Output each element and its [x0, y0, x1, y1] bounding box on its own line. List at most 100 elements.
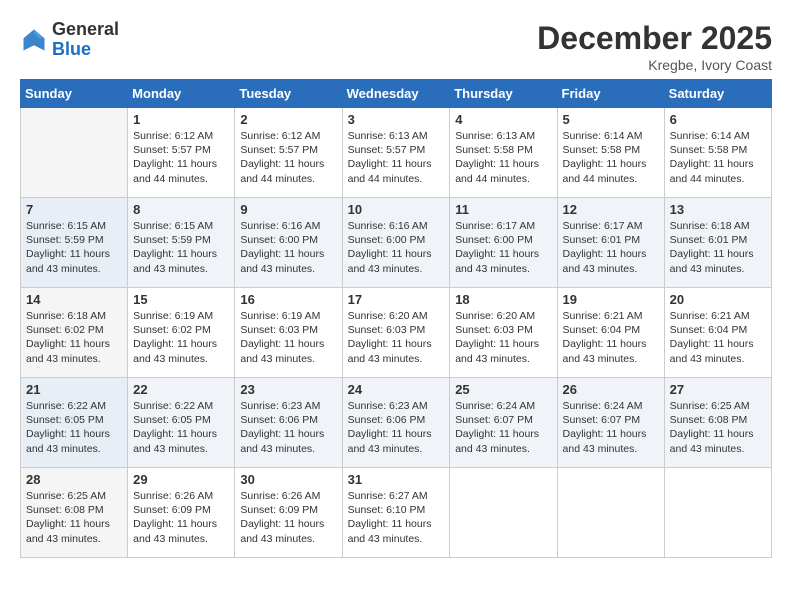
calendar-cell: 9 Sunrise: 6:16 AMSunset: 6:00 PMDaylight… — [235, 198, 342, 288]
day-number: 27 — [670, 382, 766, 397]
day-number: 2 — [240, 112, 336, 127]
day-info: Sunrise: 6:24 AMSunset: 6:07 PMDaylight:… — [563, 399, 659, 456]
calendar-body: 1 Sunrise: 6:12 AMSunset: 5:57 PMDaylight… — [21, 108, 772, 558]
calendar-cell: 8 Sunrise: 6:15 AMSunset: 5:59 PMDaylight… — [128, 198, 235, 288]
day-info: Sunrise: 6:12 AMSunset: 5:57 PMDaylight:… — [240, 129, 336, 186]
day-info: Sunrise: 6:27 AMSunset: 6:10 PMDaylight:… — [348, 489, 445, 546]
day-info: Sunrise: 6:22 AMSunset: 6:05 PMDaylight:… — [26, 399, 122, 456]
day-info: Sunrise: 6:18 AMSunset: 6:02 PMDaylight:… — [26, 309, 122, 366]
calendar-cell: 22Sunrise: 6:22 AMSunset: 6:05 PMDayligh… — [128, 378, 235, 468]
calendar-cell: 11 Sunrise: 6:17 AMSunset: 6:00 PMDayligh… — [450, 198, 557, 288]
day-info: Sunrise: 6:17 AMSunset: 6:01 PMDaylight:… — [563, 219, 659, 276]
day-info: Sunrise: 6:15 AMSunset: 5:59 PMDaylight:… — [133, 219, 229, 276]
day-number: 1 — [133, 112, 229, 127]
day-number: 9 — [240, 202, 336, 217]
calendar-cell: 30 Sunrise: 6:26 AMSunset: 6:09 PMDayligh… — [235, 468, 342, 558]
calendar-week-row: 7 Sunrise: 6:15 AMSunset: 5:59 PMDaylight… — [21, 198, 772, 288]
day-info: Sunrise: 6:18 AMSunset: 6:01 PMDaylight:… — [670, 219, 766, 276]
calendar-cell: 18 Sunrise: 6:20 AMSunset: 6:03 PMDayligh… — [450, 288, 557, 378]
day-info: Sunrise: 6:14 AMSunset: 5:58 PMDaylight:… — [670, 129, 766, 186]
logo-text: General Blue — [52, 20, 119, 60]
calendar-cell: 28 Sunrise: 6:25 AMSunset: 6:08 PMDayligh… — [21, 468, 128, 558]
day-info: Sunrise: 6:16 AMSunset: 6:00 PMDaylight:… — [348, 219, 445, 276]
calendar-day-header: Friday — [557, 80, 664, 108]
calendar-cell: 2 Sunrise: 6:12 AMSunset: 5:57 PMDaylight… — [235, 108, 342, 198]
month-title: December 2025 — [537, 20, 772, 57]
day-number: 18 — [455, 292, 551, 307]
title-block: December 2025 Kregbe, Ivory Coast — [537, 20, 772, 73]
day-info: Sunrise: 6:17 AMSunset: 6:00 PMDaylight:… — [455, 219, 551, 276]
day-number: 6 — [670, 112, 766, 127]
day-info: Sunrise: 6:26 AMSunset: 6:09 PMDaylight:… — [133, 489, 229, 546]
day-number: 15 — [133, 292, 229, 307]
calendar-cell: 31 Sunrise: 6:27 AMSunset: 6:10 PMDayligh… — [342, 468, 450, 558]
calendar-cell: 23 Sunrise: 6:23 AMSunset: 6:06 PMDayligh… — [235, 378, 342, 468]
calendar-cell: 12 Sunrise: 6:17 AMSunset: 6:01 PMDayligh… — [557, 198, 664, 288]
day-info: Sunrise: 6:20 AMSunset: 6:03 PMDaylight:… — [455, 309, 551, 366]
calendar-cell: 19 Sunrise: 6:21 AMSunset: 6:04 PMDayligh… — [557, 288, 664, 378]
day-number: 11 — [455, 202, 551, 217]
day-number: 28 — [26, 472, 122, 487]
day-number: 23 — [240, 382, 336, 397]
calendar-cell: 29 Sunrise: 6:26 AMSunset: 6:09 PMDayligh… — [128, 468, 235, 558]
day-number: 31 — [348, 472, 445, 487]
calendar-day-header: Thursday — [450, 80, 557, 108]
day-number: 12 — [563, 202, 659, 217]
day-info: Sunrise: 6:22 AMSunset: 6:05 PMDaylight:… — [133, 399, 229, 456]
day-info: Sunrise: 6:16 AMSunset: 6:00 PMDaylight:… — [240, 219, 336, 276]
day-info: Sunrise: 6:20 AMSunset: 6:03 PMDaylight:… — [348, 309, 445, 366]
day-number: 30 — [240, 472, 336, 487]
day-info: Sunrise: 6:26 AMSunset: 6:09 PMDaylight:… — [240, 489, 336, 546]
day-number: 5 — [563, 112, 659, 127]
calendar-cell: 21Sunrise: 6:22 AMSunset: 6:05 PMDayligh… — [21, 378, 128, 468]
calendar-cell: 20 Sunrise: 6:21 AMSunset: 6:04 PMDayligh… — [664, 288, 771, 378]
day-number: 19 — [563, 292, 659, 307]
day-info: Sunrise: 6:19 AMSunset: 6:02 PMDaylight:… — [133, 309, 229, 366]
calendar-cell: 5 Sunrise: 6:14 AMSunset: 5:58 PMDaylight… — [557, 108, 664, 198]
calendar-cell: 24Sunrise: 6:23 AMSunset: 6:06 PMDayligh… — [342, 378, 450, 468]
logo: General Blue — [20, 20, 119, 60]
day-info: Sunrise: 6:23 AMSunset: 6:06 PMDaylight:… — [240, 399, 336, 456]
day-number: 13 — [670, 202, 766, 217]
logo-blue: Blue — [52, 39, 91, 59]
day-number: 4 — [455, 112, 551, 127]
day-info: Sunrise: 6:25 AMSunset: 6:08 PMDaylight:… — [26, 489, 122, 546]
day-number: 24 — [348, 382, 445, 397]
calendar-cell: 17 Sunrise: 6:20 AMSunset: 6:03 PMDayligh… — [342, 288, 450, 378]
calendar-day-header: Monday — [128, 80, 235, 108]
day-number: 14 — [26, 292, 122, 307]
day-info: Sunrise: 6:19 AMSunset: 6:03 PMDaylight:… — [240, 309, 336, 366]
day-number: 25 — [455, 382, 551, 397]
calendar-week-row: 14 Sunrise: 6:18 AMSunset: 6:02 PMDayligh… — [21, 288, 772, 378]
day-number: 17 — [348, 292, 445, 307]
day-info: Sunrise: 6:14 AMSunset: 5:58 PMDaylight:… — [563, 129, 659, 186]
calendar-cell: 16Sunrise: 6:19 AMSunset: 6:03 PMDayligh… — [235, 288, 342, 378]
calendar-cell: 3Sunrise: 6:13 AMSunset: 5:57 PMDaylight… — [342, 108, 450, 198]
calendar-cell: 6 Sunrise: 6:14 AMSunset: 5:58 PMDaylight… — [664, 108, 771, 198]
day-number: 26 — [563, 382, 659, 397]
day-info: Sunrise: 6:21 AMSunset: 6:04 PMDaylight:… — [563, 309, 659, 366]
calendar-cell: 25Sunrise: 6:24 AMSunset: 6:07 PMDayligh… — [450, 378, 557, 468]
calendar-week-row: 1 Sunrise: 6:12 AMSunset: 5:57 PMDaylight… — [21, 108, 772, 198]
day-number: 7 — [26, 202, 122, 217]
page-header: General Blue December 2025 Kregbe, Ivory… — [20, 20, 772, 73]
calendar-cell: 14 Sunrise: 6:18 AMSunset: 6:02 PMDayligh… — [21, 288, 128, 378]
calendar-cell: 4Sunrise: 6:13 AMSunset: 5:58 PMDaylight… — [450, 108, 557, 198]
calendar-week-row: 28 Sunrise: 6:25 AMSunset: 6:08 PMDayligh… — [21, 468, 772, 558]
calendar-cell: 26 Sunrise: 6:24 AMSunset: 6:07 PMDayligh… — [557, 378, 664, 468]
day-number: 8 — [133, 202, 229, 217]
day-info: Sunrise: 6:15 AMSunset: 5:59 PMDaylight:… — [26, 219, 122, 276]
calendar-cell — [557, 468, 664, 558]
calendar-cell — [21, 108, 128, 198]
logo-icon — [20, 26, 48, 54]
calendar-cell: 15 Sunrise: 6:19 AMSunset: 6:02 PMDayligh… — [128, 288, 235, 378]
calendar-day-header: Saturday — [664, 80, 771, 108]
day-number: 3 — [348, 112, 445, 127]
logo-general: General — [52, 19, 119, 39]
day-info: Sunrise: 6:21 AMSunset: 6:04 PMDaylight:… — [670, 309, 766, 366]
calendar-table: SundayMondayTuesdayWednesdayThursdayFrid… — [20, 79, 772, 558]
day-number: 29 — [133, 472, 229, 487]
calendar-day-header: Tuesday — [235, 80, 342, 108]
day-number: 20 — [670, 292, 766, 307]
calendar-cell: 13 Sunrise: 6:18 AMSunset: 6:01 PMDayligh… — [664, 198, 771, 288]
